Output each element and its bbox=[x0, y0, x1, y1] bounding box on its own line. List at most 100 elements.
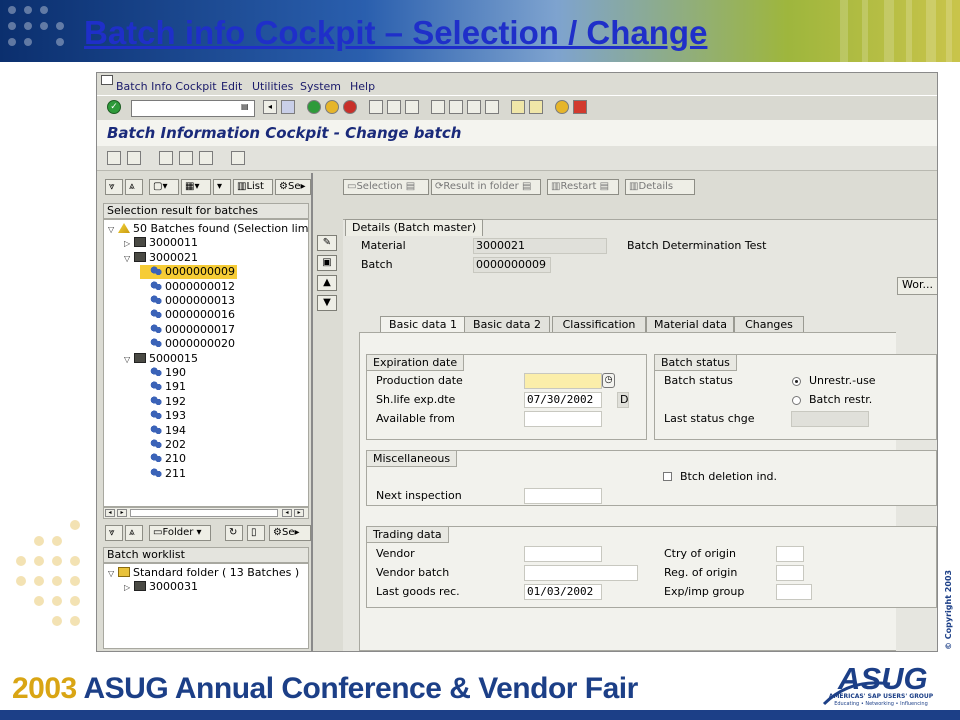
tree-toggle-icon[interactable]: ▽ bbox=[124, 252, 134, 266]
move-up-icon[interactable]: ▲ bbox=[317, 275, 337, 291]
next-inspection-field[interactable] bbox=[524, 488, 602, 504]
tree-toggle-icon[interactable]: ▽ bbox=[108, 567, 118, 581]
expand-all-worklist-icon[interactable]: ⩔ bbox=[105, 525, 123, 541]
edit-icon[interactable]: ✎ bbox=[317, 235, 337, 251]
menu-edit[interactable]: Edit bbox=[221, 80, 242, 93]
batch-field[interactable]: 0000000009 bbox=[473, 257, 551, 273]
batch-tree-node[interactable]: 194 bbox=[140, 424, 188, 438]
vendor-batch-field[interactable] bbox=[524, 565, 638, 581]
save-details-icon[interactable]: ▣ bbox=[317, 255, 337, 271]
menu-utilities[interactable]: Utilities bbox=[252, 80, 293, 93]
vendor-field[interactable] bbox=[524, 546, 602, 562]
batch-tree-node[interactable]: 0000000020 bbox=[140, 337, 237, 351]
tree-toggle-icon[interactable]: ▷ bbox=[124, 237, 134, 251]
batch-tree-node[interactable]: 0000000013 bbox=[140, 294, 237, 308]
first-page-icon[interactable] bbox=[431, 100, 445, 114]
back-scroll-icon[interactable]: ◂ bbox=[263, 100, 277, 114]
menu-system[interactable]: System bbox=[300, 80, 341, 93]
batch-tree-node[interactable]: 193 bbox=[140, 409, 188, 423]
new-session-icon[interactable] bbox=[511, 100, 525, 114]
batch-tree-node[interactable]: ▷ 3000011 bbox=[124, 236, 200, 250]
last-status-change-field[interactable] bbox=[791, 411, 869, 427]
next-page-icon[interactable] bbox=[467, 100, 481, 114]
batch-tree-node[interactable]: 191 bbox=[140, 380, 188, 394]
batch-tree-node[interactable]: 190 bbox=[140, 366, 188, 380]
help-icon[interactable] bbox=[555, 100, 569, 114]
back-icon[interactable] bbox=[307, 100, 321, 114]
folder-button[interactable]: ▭Folder ▾ bbox=[149, 525, 211, 541]
worklist-tree-node[interactable]: ▽ Standard folder ( 13 Batches ) bbox=[108, 566, 301, 580]
selection-button[interactable]: ▭Selection ▤ bbox=[343, 179, 429, 195]
batch-tree-node[interactable]: 210 bbox=[140, 452, 188, 466]
unrestricted-use-radio[interactable] bbox=[792, 377, 801, 386]
production-date-field[interactable] bbox=[524, 373, 602, 389]
layout-menu-icon[interactable] bbox=[573, 100, 587, 114]
batch-deletion-checkbox[interactable] bbox=[663, 472, 672, 481]
region-of-origin-field[interactable] bbox=[776, 565, 804, 581]
tree-toggle-icon[interactable]: ▽ bbox=[124, 353, 134, 367]
worklist-tree-node[interactable]: ▷ 3000031 bbox=[124, 580, 200, 594]
country-of-origin-field[interactable] bbox=[776, 546, 804, 562]
collapse-all-icon[interactable]: ⩓ bbox=[125, 179, 143, 195]
batch-restricted-radio[interactable] bbox=[792, 396, 801, 405]
delete-icon[interactable]: ▯ bbox=[247, 525, 265, 541]
enter-icon[interactable]: ✓ bbox=[107, 100, 121, 114]
find-icon[interactable] bbox=[387, 100, 401, 114]
shelf-life-unit-field[interactable]: D bbox=[617, 392, 629, 408]
menu-help[interactable]: Help bbox=[350, 80, 375, 93]
restart-button[interactable]: ▥Restart ▤ bbox=[547, 179, 619, 195]
zoom-out-icon[interactable] bbox=[107, 151, 121, 165]
menu-batch-info-cockpit[interactable]: Batch Info Cockpit bbox=[116, 80, 217, 93]
print-list-icon[interactable]: ▢▾ bbox=[149, 179, 179, 195]
material-field[interactable]: 3000021 bbox=[473, 238, 607, 254]
last-page-icon[interactable] bbox=[485, 100, 499, 114]
scroll-left-icon[interactable]: ◂ bbox=[105, 509, 115, 517]
find-next-icon[interactable] bbox=[405, 100, 419, 114]
exit-icon[interactable] bbox=[325, 100, 339, 114]
command-dropdown-icon[interactable]: ▤ bbox=[241, 102, 249, 111]
batch-tree-node[interactable]: 0000000017 bbox=[140, 323, 237, 337]
tree-toggle-icon[interactable]: ▽ bbox=[108, 223, 118, 237]
tree-horizontal-scrollbar[interactable]: ◂ ▸ ◂ ▸ bbox=[103, 507, 309, 519]
batch-tree-node[interactable]: ▽ 3000021 bbox=[124, 251, 200, 265]
batch-tree-node[interactable]: 211 bbox=[140, 467, 188, 481]
sap-window-icon[interactable] bbox=[101, 75, 113, 85]
users-icon[interactable] bbox=[159, 151, 173, 165]
tree-toggle-icon[interactable]: ▷ bbox=[124, 581, 134, 595]
expand-all-icon[interactable]: ⩔ bbox=[105, 179, 123, 195]
scroll-right-end-icon[interactable]: ▸ bbox=[294, 509, 304, 517]
refresh-icon[interactable]: ↻ bbox=[225, 525, 243, 541]
previous-page-icon[interactable] bbox=[449, 100, 463, 114]
house-icon[interactable] bbox=[199, 151, 213, 165]
collapse-all-worklist-icon[interactable]: ⩓ bbox=[125, 525, 143, 541]
result-in-folder-button[interactable]: ⟳Result in folder ▤ bbox=[431, 179, 541, 195]
batch-tree-node[interactable]: 0000000016 bbox=[140, 308, 237, 322]
batch-tree-node[interactable]: 202 bbox=[140, 438, 188, 452]
zoom-in-icon[interactable] bbox=[127, 151, 141, 165]
worklist-settings-button[interactable]: ⚙Se▸ bbox=[269, 525, 311, 541]
save-icon[interactable] bbox=[281, 100, 295, 114]
command-field[interactable] bbox=[131, 100, 255, 117]
worklist-button[interactable]: Wor... bbox=[897, 277, 937, 295]
settings-button[interactable]: ⚙Se▸ bbox=[275, 179, 311, 195]
layout-icon[interactable]: ▦▾ bbox=[181, 179, 211, 195]
move-down-icon[interactable]: ▼ bbox=[317, 295, 337, 311]
scroll-left-end-icon[interactable]: ◂ bbox=[282, 509, 292, 517]
date-picker-icon[interactable]: ◷ bbox=[602, 373, 615, 388]
print-icon[interactable] bbox=[369, 100, 383, 114]
list-button[interactable]: ▥List bbox=[233, 179, 273, 195]
scroll-right-icon[interactable]: ▸ bbox=[117, 509, 127, 517]
exp-imp-group-field[interactable] bbox=[776, 584, 812, 600]
cancel-icon[interactable] bbox=[343, 100, 357, 114]
batch-tree-node[interactable]: 0000000009 bbox=[140, 265, 237, 280]
batch-tree-node[interactable]: ▽ 5000015 bbox=[124, 352, 200, 366]
shelf-life-field[interactable]: 07/30/2002 bbox=[524, 392, 602, 408]
batch-tree-node[interactable]: 192 bbox=[140, 395, 188, 409]
last-goods-receipt-field[interactable]: 01/03/2002 bbox=[524, 584, 602, 600]
hierarchy-icon[interactable] bbox=[179, 151, 193, 165]
available-from-field[interactable] bbox=[524, 411, 602, 427]
batch-tree-node[interactable]: 0000000012 bbox=[140, 280, 237, 294]
table-icon[interactable] bbox=[231, 151, 245, 165]
details-button[interactable]: ▥Details bbox=[625, 179, 695, 195]
shortcut-icon[interactable] bbox=[529, 100, 543, 114]
